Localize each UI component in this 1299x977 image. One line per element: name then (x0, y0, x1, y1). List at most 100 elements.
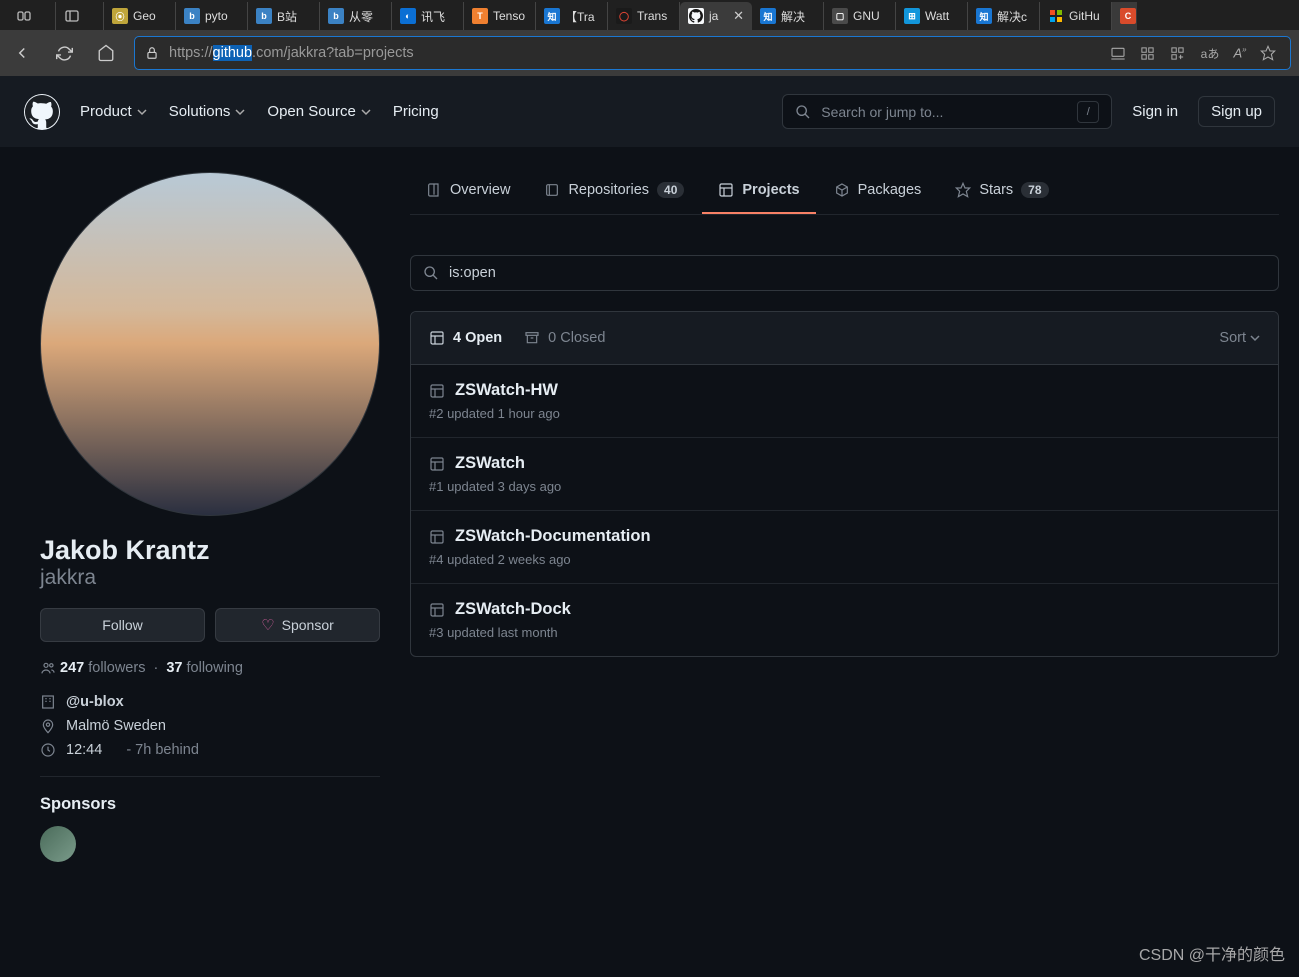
github-logo[interactable] (24, 94, 60, 130)
screen-icon[interactable] (1110, 45, 1130, 61)
project-item[interactable]: ZSWatch-HW #2 updated 1 hour ago (411, 365, 1278, 437)
browser-nav-bar: https://github.com/jakkra?tab=projects a… (0, 30, 1299, 76)
favicon: ◯ (616, 8, 632, 24)
favicon: ⊞ (904, 8, 920, 24)
tab-packages[interactable]: Packages (818, 172, 938, 214)
project-icon (429, 383, 445, 399)
project-item[interactable]: ZSWatch-Documentation#4 updated 2 weeks … (411, 510, 1278, 583)
sort-dropdown[interactable]: Sort (1219, 330, 1260, 346)
profile-name: Jakob Krantz (40, 534, 380, 566)
reader-icon[interactable]: A» (1230, 45, 1250, 60)
nav-opensource[interactable]: Open Source (267, 103, 370, 120)
tab-projects[interactable]: Projects (702, 172, 815, 214)
refresh-button[interactable] (50, 39, 78, 67)
closed-filter[interactable]: 0 Closed (524, 330, 605, 346)
project-meta: #3 updated last month (429, 625, 1260, 640)
apps-icon[interactable] (1140, 46, 1160, 61)
browser-tab[interactable]: bB站 (248, 2, 320, 30)
browser-tab-active[interactable]: ja✕ (680, 2, 752, 30)
chevron-down-icon (1250, 333, 1260, 343)
project-meta: #2 updated 1 hour ago (429, 406, 1260, 421)
main-nav: Product Solutions Open Source Pricing (80, 103, 439, 120)
project-icon (718, 182, 734, 198)
project-title: ZSWatch-HW (455, 381, 558, 400)
addext-icon[interactable] (1170, 46, 1190, 61)
browser-tab[interactable]: TTenso (464, 2, 536, 30)
project-filter[interactable] (410, 255, 1279, 291)
browser-tab[interactable]: ⊞Watt (896, 2, 968, 30)
favicon: ▢ (832, 8, 848, 24)
project-icon (429, 456, 445, 472)
main-content: Jakob Krantz jakkra Follow ♡Sponsor 247 … (0, 148, 1299, 862)
favicon: C (1120, 8, 1136, 24)
project-meta: #1 updated 3 days ago (429, 479, 1260, 494)
favicon: ◐ (400, 8, 416, 24)
divider (40, 776, 380, 777)
profile-username: jakkra (40, 566, 380, 590)
browser-tab[interactable]: ⦿Geo (104, 2, 176, 30)
location-row: Malmö Sweden (40, 718, 380, 734)
browser-tab[interactable]: GitHu (1040, 2, 1112, 30)
tab-repositories[interactable]: Repositories40 (528, 172, 700, 214)
sidebar-icon (64, 8, 80, 24)
favicon: b (184, 8, 200, 24)
github-icon (688, 8, 704, 24)
sponsor-avatar[interactable] (40, 826, 76, 862)
back-button[interactable] (8, 39, 36, 67)
signin-link[interactable]: Sign in (1132, 103, 1178, 120)
favicon: 知 (760, 8, 776, 24)
avatar[interactable] (40, 172, 380, 516)
tab-stars[interactable]: Stars78 (939, 172, 1064, 214)
favicon: b (328, 8, 344, 24)
browser-tab[interactable]: 知【Tra (536, 2, 608, 30)
favicon: b (256, 8, 272, 24)
search-box[interactable]: Search or jump to... / (782, 94, 1112, 129)
book-icon (426, 182, 442, 198)
nav-product[interactable]: Product (80, 103, 147, 120)
tab-overview[interactable]: Overview (410, 172, 526, 214)
browser-tab[interactable]: ◐讯飞 (392, 2, 464, 30)
github-header: Product Solutions Open Source Pricing Se… (0, 76, 1299, 148)
project-item[interactable]: ZSWatch-Dock #3 updated last month (411, 583, 1278, 656)
signup-button[interactable]: Sign up (1198, 96, 1275, 127)
filter-input[interactable] (449, 265, 1266, 281)
browser-chrome: ⦿Geo bpyto bB站 b从零 ◐讯飞 TTenso 知【Tra ◯Tra… (0, 0, 1299, 76)
browser-tab[interactable]: bpyto (176, 2, 248, 30)
browser-tab[interactable]: 知解决 (752, 2, 824, 30)
projects-box: 4 Open 0 Closed Sort ZSWatch-HW #2 update… (410, 311, 1279, 657)
package-icon (834, 182, 850, 198)
browser-tab[interactable] (56, 2, 104, 30)
project-item[interactable]: ZSWatch #1 updated 3 days ago (411, 437, 1278, 510)
address-bar[interactable]: https://github.com/jakkra?tab=projects a… (134, 36, 1291, 70)
star-icon (955, 182, 971, 198)
sponsor-button[interactable]: ♡Sponsor (215, 608, 380, 642)
browser-tab[interactable]: 知解决c (968, 2, 1040, 30)
slash-key: / (1077, 101, 1099, 123)
browser-tab[interactable] (8, 2, 56, 30)
home-button[interactable] (92, 39, 120, 67)
chevron-down-icon (235, 107, 245, 117)
follow-button[interactable]: Follow (40, 608, 205, 642)
profile-sidebar: Jakob Krantz jakkra Follow ♡Sponsor 247 … (40, 172, 380, 862)
browser-tab[interactable]: b从零 (320, 2, 392, 30)
org-row: @u-blox (40, 694, 380, 710)
nav-pricing[interactable]: Pricing (393, 103, 439, 120)
browser-tab[interactable]: ▢GNU (824, 2, 896, 30)
project-title: ZSWatch-Dock (455, 600, 571, 619)
browser-tab[interactable]: ◯Trans (608, 2, 680, 30)
url-text: https://github.com/jakkra?tab=projects (169, 45, 1100, 61)
favicon: T (472, 8, 488, 24)
location-icon (40, 718, 56, 734)
project-title: ZSWatch (455, 454, 525, 473)
nav-solutions[interactable]: Solutions (169, 103, 246, 120)
repo-icon (544, 182, 560, 198)
translate-icon[interactable]: aあ (1200, 45, 1220, 62)
clock-icon (40, 742, 56, 758)
favorite-icon[interactable] (1260, 45, 1280, 61)
open-filter[interactable]: 4 Open (429, 330, 502, 346)
browser-tab[interactable]: C (1112, 2, 1137, 30)
close-icon[interactable]: ✕ (733, 8, 744, 24)
time-row: 12:44 - 7h behind (40, 742, 380, 758)
social-stats: 247 followers · 37 following (40, 660, 380, 676)
project-meta: #4 updated 2 weeks ago (429, 552, 1260, 567)
